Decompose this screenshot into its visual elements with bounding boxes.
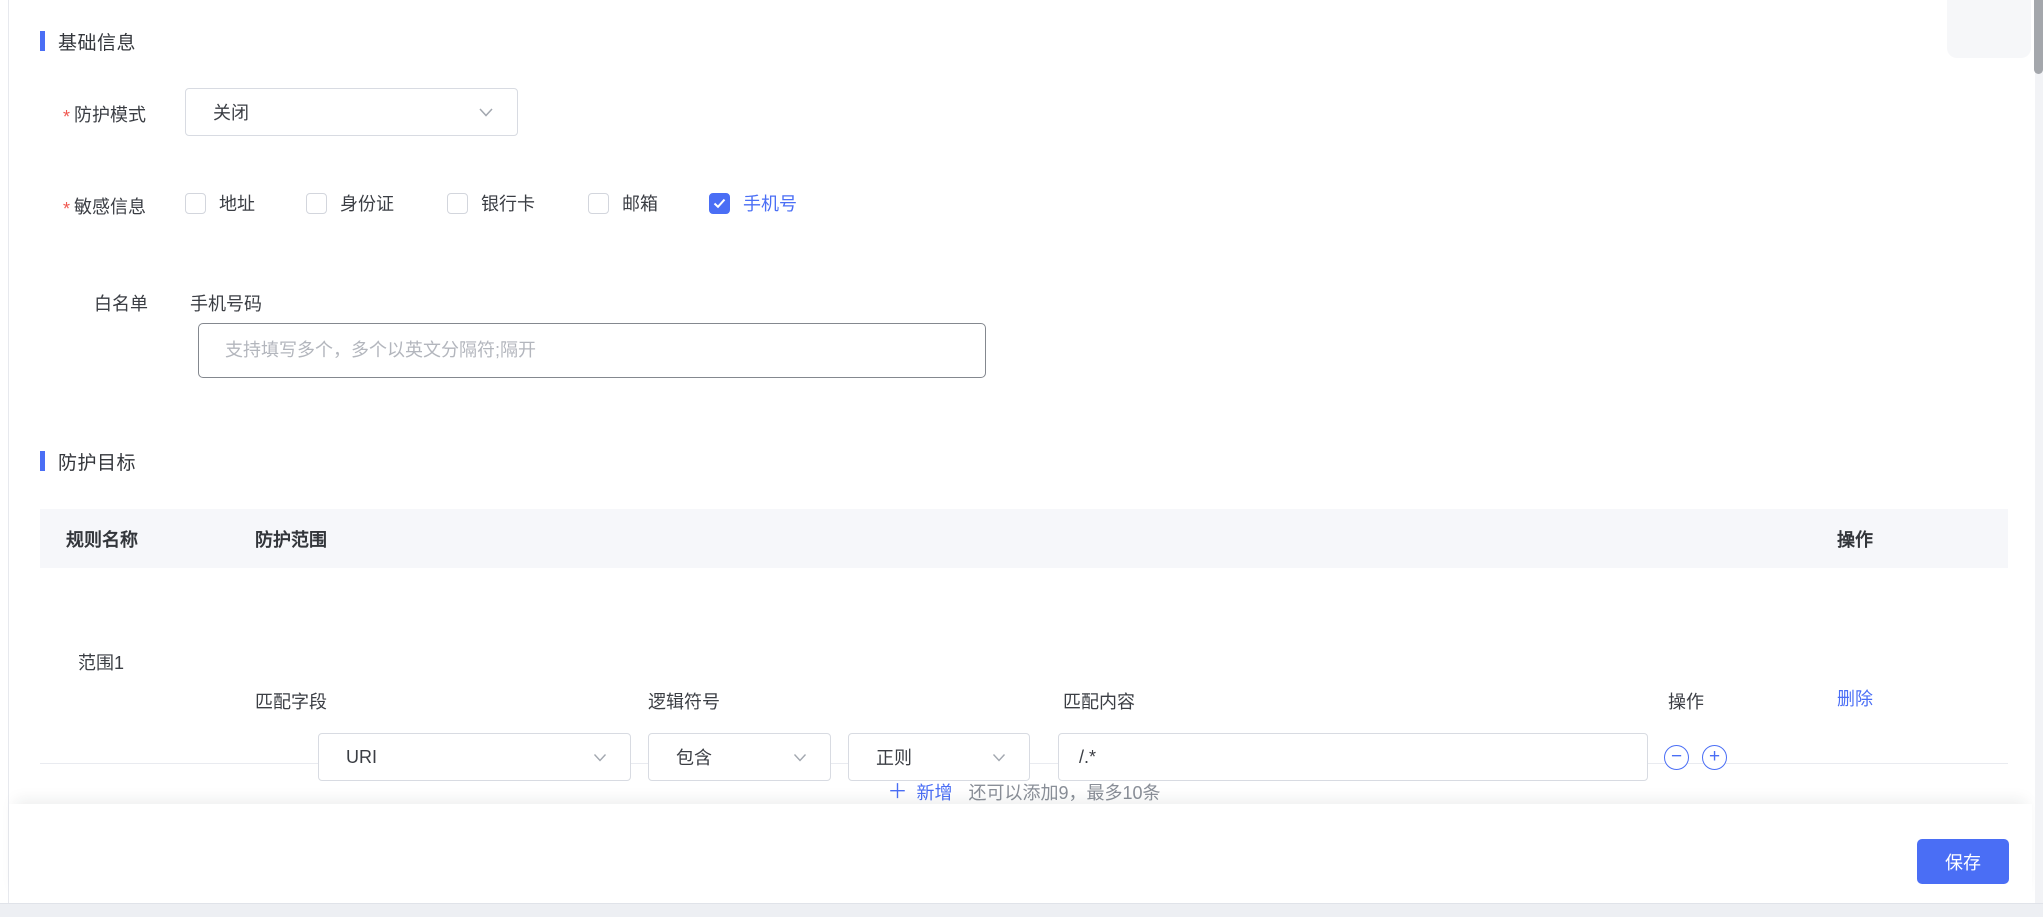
- protect-mode-row: *防护模式: [63, 101, 146, 127]
- protect-mode-label: 防护模式: [74, 105, 146, 125]
- checkbox-email[interactable]: 邮箱: [588, 190, 658, 216]
- checkbox-bank-card[interactable]: 银行卡: [447, 190, 535, 216]
- logic-label: 逻辑符号: [648, 688, 720, 714]
- header-rule-name: 规则名称: [66, 509, 138, 568]
- protect-target-table: 规则名称 防护范围 操作 范围1 匹配字段 逻辑符号 匹配内容 操作 删除 UR…: [40, 509, 2008, 808]
- sensitive-info-label: 敏感信息: [74, 197, 146, 217]
- drawer-footer: 保存: [9, 804, 2032, 903]
- sensitive-info-protection-drawer: 基础信息 *防护模式 关闭 *敏感信息 地址 身份证 银行卡 邮箱 手机号 白名…: [0, 0, 2043, 917]
- scrollbar-track[interactable]: [2035, 0, 2043, 903]
- checkbox-phone[interactable]: 手机号: [709, 190, 797, 216]
- section-accent-bar: [40, 31, 45, 51]
- match-type-value: 正则: [876, 744, 912, 770]
- add-rule-button[interactable]: ＋ 新增: [887, 779, 952, 805]
- checkbox-label: 地址: [219, 190, 255, 216]
- protect-mode-select[interactable]: 关闭: [185, 88, 518, 136]
- phone-whitelist-input[interactable]: [198, 323, 986, 378]
- section-title: 基础信息: [58, 28, 136, 55]
- header-scope: 防护范围: [255, 509, 327, 568]
- logic-select[interactable]: 包含: [648, 733, 831, 781]
- section-protect-target: 防护目标: [40, 441, 136, 481]
- match-field-value: URI: [346, 747, 377, 768]
- delete-link[interactable]: 删除: [1837, 685, 1873, 711]
- logic-value: 包含: [676, 744, 712, 770]
- checkbox-icon: [588, 193, 609, 214]
- chevron-down-icon: [592, 751, 608, 764]
- drawer-left-border: [8, 0, 9, 917]
- sensitive-info-row-label: *敏感信息: [63, 193, 146, 219]
- whitelist-label: 白名单: [94, 290, 148, 316]
- checkbox-address[interactable]: 地址: [185, 190, 255, 216]
- table-row: 范围1 匹配字段 逻辑符号 匹配内容 操作 删除 URI 包含 正则: [40, 568, 2008, 764]
- add-condition-button[interactable]: +: [1702, 745, 1727, 770]
- section-accent-bar: [40, 451, 45, 471]
- add-rule-hint: 还可以添加9，最多10条: [968, 779, 1160, 805]
- top-right-panel: [1947, 0, 2031, 58]
- match-field-select[interactable]: URI: [318, 733, 631, 781]
- page-bottom-strip: [0, 903, 2043, 917]
- checkmark-icon: [709, 193, 730, 214]
- section-title: 防护目标: [58, 448, 136, 475]
- required-asterisk: *: [63, 199, 70, 219]
- remove-condition-button[interactable]: −: [1664, 745, 1689, 770]
- match-field-label: 匹配字段: [255, 688, 327, 714]
- section-basic-info: 基础信息: [40, 21, 136, 61]
- header-operation: 操作: [1837, 509, 1873, 568]
- checkbox-icon: [306, 193, 327, 214]
- add-rule-label: 新增: [916, 779, 952, 805]
- scrollbar-thumb[interactable]: [2034, 0, 2043, 74]
- required-asterisk: *: [63, 107, 70, 127]
- match-type-select[interactable]: 正则: [848, 733, 1030, 781]
- checkbox-icon: [185, 193, 206, 214]
- row-operation-label: 操作: [1668, 688, 1704, 714]
- chevron-down-icon: [477, 105, 495, 119]
- checkbox-label: 身份证: [340, 190, 394, 216]
- checkbox-id-card[interactable]: 身份证: [306, 190, 394, 216]
- checkbox-label: 银行卡: [481, 190, 535, 216]
- checkbox-label: 手机号: [743, 190, 797, 216]
- protect-mode-value: 关闭: [213, 99, 249, 125]
- rule-name: 范围1: [78, 649, 124, 675]
- match-content-input[interactable]: [1058, 733, 1648, 781]
- table-header-row: 规则名称 防护范围 操作: [40, 509, 2008, 568]
- chevron-down-icon: [792, 751, 808, 764]
- save-button[interactable]: 保存: [1917, 839, 2009, 884]
- phone-number-label: 手机号码: [190, 290, 262, 316]
- match-content-label: 匹配内容: [1063, 688, 1135, 714]
- plus-icon: ＋: [887, 782, 907, 802]
- checkbox-icon: [447, 193, 468, 214]
- checkbox-label: 邮箱: [622, 190, 658, 216]
- chevron-down-icon: [991, 751, 1007, 764]
